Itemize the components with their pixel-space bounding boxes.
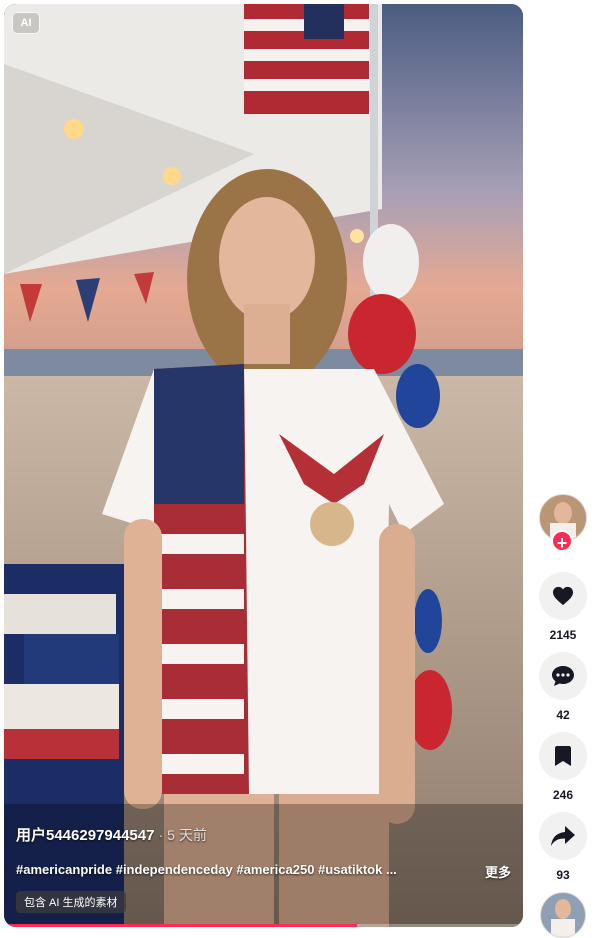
comment-count: 42 <box>556 708 570 722</box>
like-button[interactable] <box>539 572 587 620</box>
hashtags-row: #americanpride #independenceday #america… <box>16 862 511 881</box>
video-player[interactable]: AI 用户5446297944547 · 5 天前 #americanpride… <box>4 4 523 927</box>
follow-plus-icon[interactable]: + <box>551 530 573 553</box>
share-action[interactable]: 93 <box>539 812 587 882</box>
like-action[interactable]: 2145 <box>539 572 587 642</box>
share-count: 93 <box>556 868 570 882</box>
share-button[interactable] <box>539 812 587 860</box>
comment-action[interactable]: 42 <box>539 652 587 722</box>
save-action[interactable]: 246 <box>539 732 587 802</box>
music-avatar[interactable] <box>540 892 586 938</box>
video-progress-fill <box>4 924 357 927</box>
save-button[interactable] <box>539 732 587 780</box>
comment-icon <box>552 666 574 686</box>
music-avatar-image <box>541 893 585 937</box>
share-arrow-icon <box>551 826 575 846</box>
ai-generated-label[interactable]: 包含 AI 生成的素材 <box>16 891 126 913</box>
comment-button[interactable] <box>539 652 587 700</box>
author-caption: 用户5446297944547 · 5 天前 <box>16 824 511 845</box>
save-count: 246 <box>552 788 574 802</box>
video-progress-bar[interactable] <box>4 924 523 927</box>
more-button[interactable]: 更多 <box>485 862 511 881</box>
bookmark-icon <box>555 746 571 766</box>
author-username[interactable]: 用户5446297944547 <box>16 827 154 844</box>
action-rail: + 2145 42 246 93 <box>538 494 588 938</box>
ai-watermark-badge: AI <box>12 12 40 34</box>
post-time: · 5 天前 <box>158 827 207 843</box>
heart-icon <box>553 586 573 606</box>
video-frame <box>4 4 523 927</box>
like-count: 2145 <box>549 628 577 642</box>
hashtags-text[interactable]: #americanpride #independenceday #america… <box>16 862 397 881</box>
